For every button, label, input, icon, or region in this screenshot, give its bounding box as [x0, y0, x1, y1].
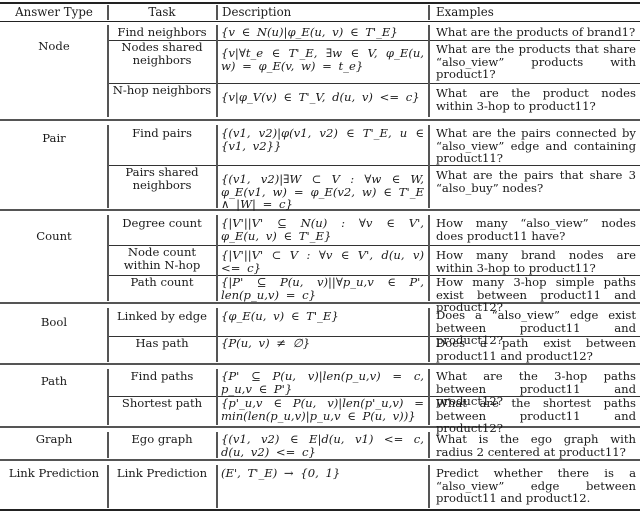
description-cell: {φ_E(u, v) ∈ T'_E} — [221, 309, 339, 323]
description-cell: {|V'||V' ⊆ N(u) : ∀v ∈ V', φ_E(u, v) ∈ T… — [221, 216, 424, 243]
header-description: Description — [222, 5, 292, 19]
task-cell: Has path — [135, 336, 189, 350]
header-answer-type: Answer Type — [15, 5, 93, 19]
description-cell: {|P' ⊆ P(u, v)||∀p_u,v ∈ P', len(p_u,v) … — [221, 275, 424, 302]
example-cell: What are the pairs connected by “also_vi… — [436, 126, 636, 166]
task-cell: Link Prediction — [116, 466, 208, 480]
col-divider — [216, 369, 218, 425]
example-cell: What are the shortest paths between prod… — [436, 396, 636, 436]
col-divider — [216, 125, 218, 208]
header-rule — [0, 21, 640, 22]
example-cell: How many brand nodes are within 3-hop to… — [436, 248, 636, 275]
example-cell: What are the product nodes within 3-hop … — [436, 86, 636, 113]
description-cell: {P(u, v) ≠ ∅} — [221, 336, 311, 350]
col-divider — [107, 25, 109, 117]
example-cell: Does a path exist between product11 and … — [436, 336, 636, 363]
col-divider — [216, 308, 218, 362]
bottom-rule — [0, 509, 640, 511]
top-rule — [0, 2, 640, 4]
answer-type-graph: Graph — [35, 432, 73, 446]
col-divider — [428, 5, 430, 20]
task-cell: Degree count — [122, 216, 202, 230]
description-cell: {v|φ_V(v) ∈ T'_V, d(u, v) <= c} — [221, 90, 420, 104]
description-cell: {p'_u,v ∈ P(u, v)|len(p'_u,v) = min(len(… — [221, 396, 424, 423]
description-cell: {v ∈ N(u)|φ_E(u, v) ∈ T'_E} — [221, 25, 398, 39]
description-cell: {v|∀t_e ∈ T'_E, ∃w ∈ V, φ_E(u, w) = φ_E(… — [221, 46, 424, 73]
col-divider — [428, 465, 430, 508]
answer-type-path: Path — [40, 374, 68, 388]
example-cell: What are the products that share “also_v… — [436, 42, 636, 82]
description-cell: {|V'||V' ⊂ V : ∀v ∈ V', d(u, v) <= c} — [221, 248, 424, 275]
col-divider — [216, 25, 218, 117]
task-cell: Nodes shared neighbors — [121, 40, 203, 67]
answer-type-pair: Pair — [42, 131, 66, 145]
example-cell: What is the ego graph with radius 2 cent… — [436, 432, 636, 459]
group-rule — [0, 459, 640, 461]
task-cell: Find neighbors — [117, 25, 207, 39]
description-cell: (E', T'_E) → {0, 1} — [221, 466, 341, 480]
task-cell: Pairs shared neighbors — [125, 165, 199, 192]
header-examples: Examples — [436, 5, 494, 19]
task-cell: Find pairs — [132, 126, 192, 140]
col-divider — [216, 465, 218, 508]
task-cell: Shortest path — [121, 396, 203, 410]
example-cell: How many “also_view” nodes does product1… — [436, 216, 636, 243]
task-cell: Path count — [130, 275, 194, 289]
col-divider — [216, 215, 218, 301]
task-cell: Ego graph — [131, 432, 193, 446]
group-rule — [0, 363, 640, 365]
task-cell: N-hop neighbors — [112, 83, 212, 97]
col-divider — [216, 432, 218, 458]
col-divider — [428, 25, 430, 117]
task-cell: Linked by edge — [116, 309, 208, 323]
task-cell: Find paths — [130, 369, 194, 383]
answer-type-link-prediction: Link Prediction — [8, 466, 100, 480]
description-cell: {(v1, v2)|φ(v1, v2) ∈ T'_E, u ∈ {v1, v2}… — [221, 126, 424, 153]
description-cell: {P' ⊆ P(u, v)|len(p_u,v) = c, p_u,v ∈ P'… — [221, 369, 424, 396]
col-divider — [107, 215, 109, 301]
col-divider — [428, 308, 430, 362]
col-divider — [216, 5, 218, 20]
header-task: Task — [148, 5, 176, 19]
description-cell: {(v1, v2)|∃W ⊂ V : ∀w ∈ W, φ_E(v1, w) = … — [221, 172, 424, 212]
group-rule — [0, 119, 640, 121]
task-cell: Node count within N-hop — [123, 245, 201, 272]
answer-type-node: Node — [38, 39, 70, 53]
example-cell: Predict whether there is a “also_view” e… — [436, 466, 636, 506]
answer-type-count: Count — [36, 229, 72, 243]
answer-type-bool: Bool — [40, 315, 68, 329]
description-cell: {(v1, v2) ∈ E|d(u, v1) <= c, d(u, v2) <=… — [221, 432, 424, 459]
example-cell: What are the pairs that share 3 “also_bu… — [436, 168, 636, 195]
example-cell: What are the products of brand1? — [436, 25, 636, 39]
